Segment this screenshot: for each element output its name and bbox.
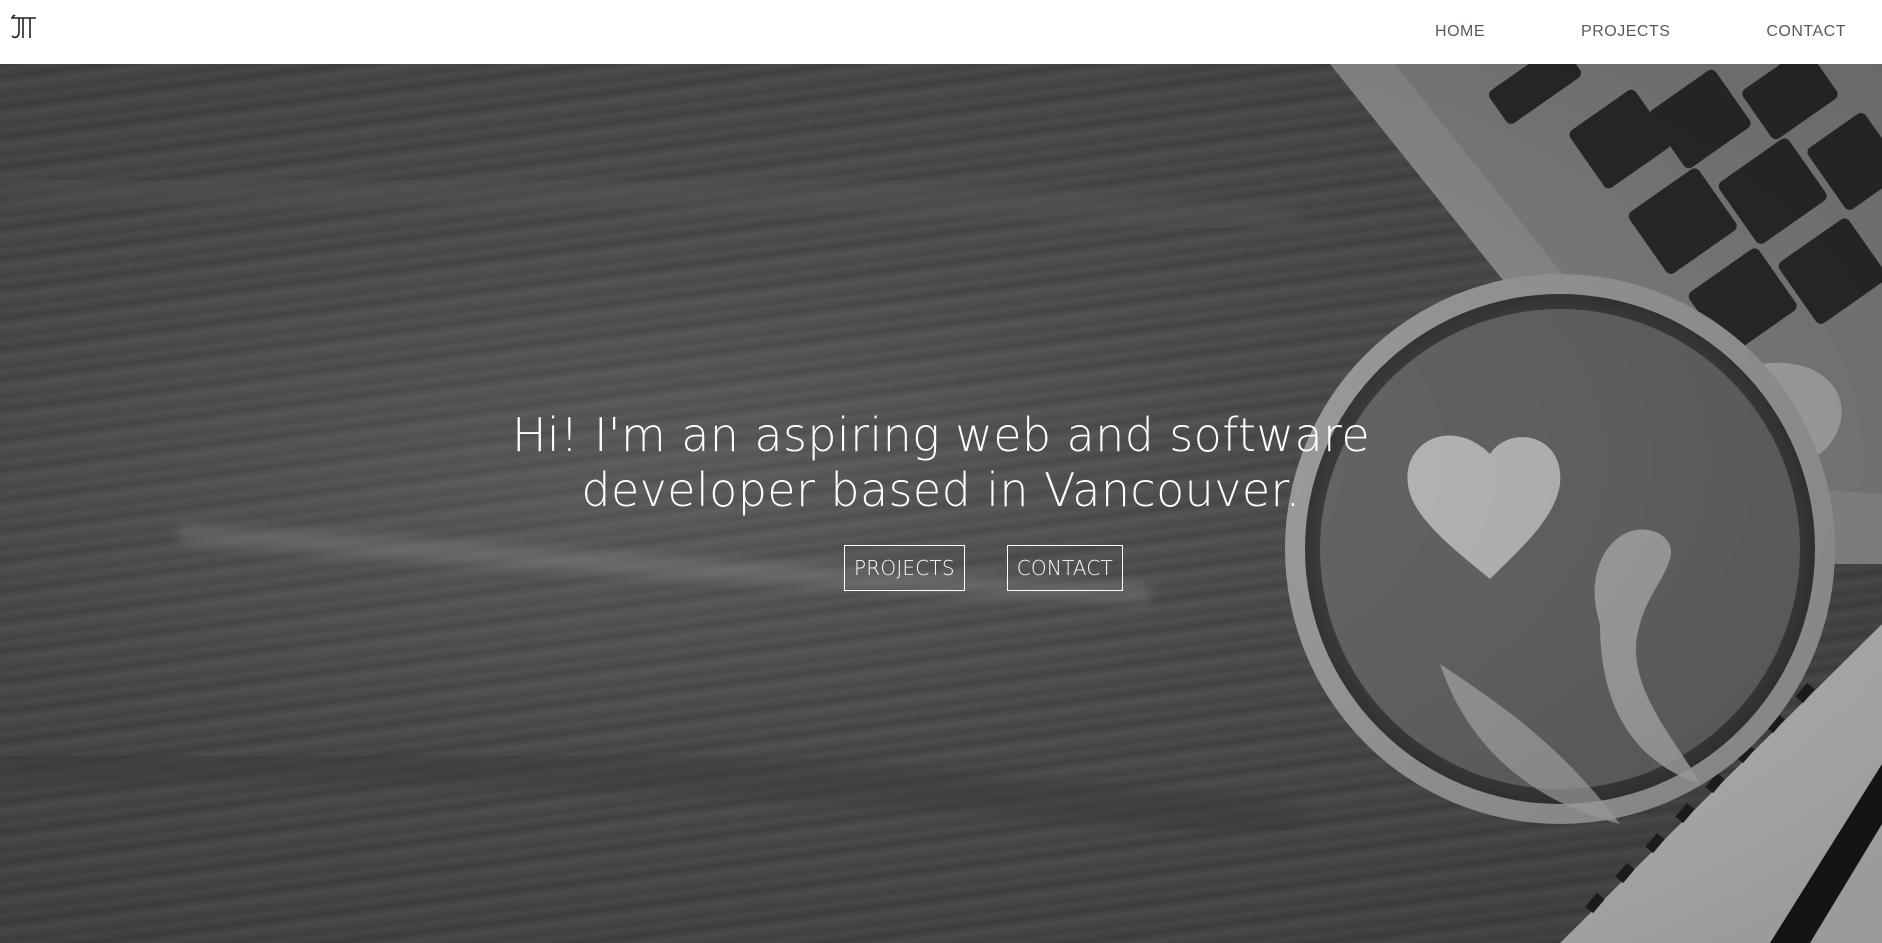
nav-home-link[interactable]: HOME bbox=[1435, 23, 1485, 41]
hero-projects-button[interactable]: PROJECTS bbox=[844, 545, 965, 591]
hero-headline-line-1: Hi! I'm an aspiring web and software bbox=[511, 408, 1371, 462]
hero-section: Hi! I'm an aspiring web and software dev… bbox=[0, 64, 1882, 943]
hero-contact-button[interactable]: CONTACT bbox=[1006, 545, 1123, 591]
navbar: HOME PROJECTS CONTACT bbox=[0, 0, 1882, 64]
logo[interactable] bbox=[6, 12, 40, 42]
nav-projects-link[interactable]: PROJECTS bbox=[1581, 23, 1670, 41]
jt-monogram-icon bbox=[11, 14, 36, 39]
hero-headline-line-2: developer based in Vancouver. bbox=[581, 463, 1301, 517]
nav-contact-link[interactable]: CONTACT bbox=[1766, 23, 1846, 41]
hero-text: Hi! I'm an aspiring web and software dev… bbox=[0, 408, 1882, 518]
nav-links: HOME PROJECTS CONTACT bbox=[1435, 0, 1846, 64]
hero-buttons: PROJECTS CONTACT bbox=[0, 545, 1882, 591]
